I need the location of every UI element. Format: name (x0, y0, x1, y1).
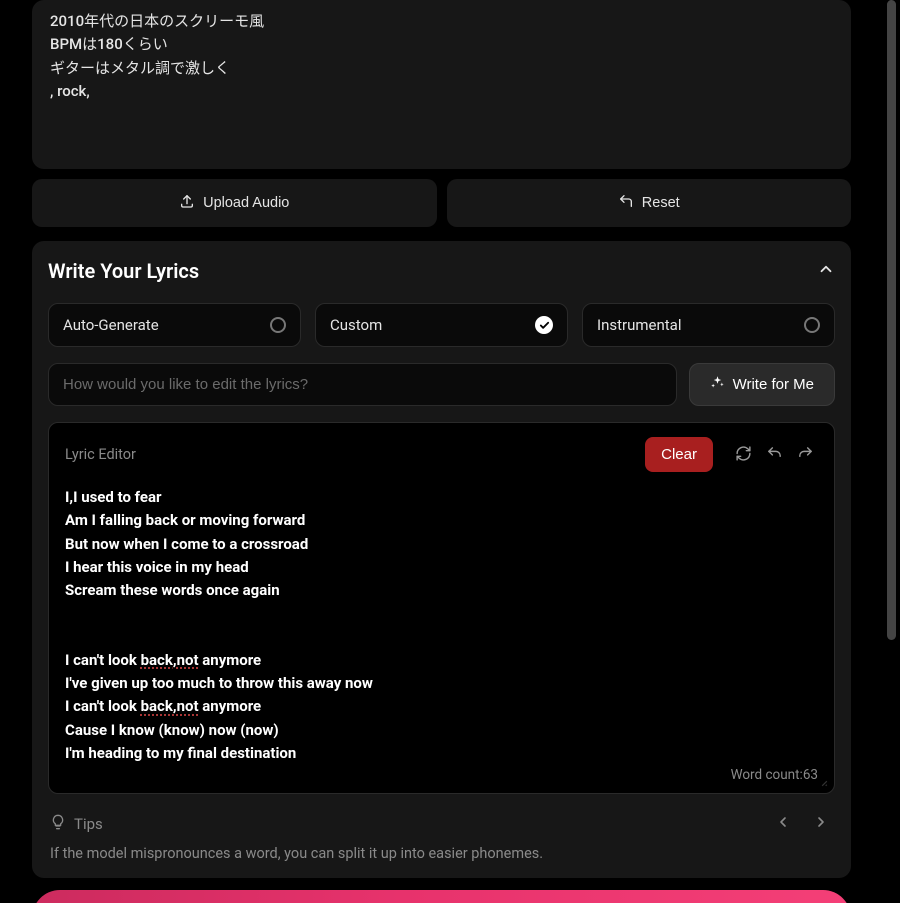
reset-button[interactable]: Reset (447, 179, 852, 227)
mode-instrumental[interactable]: Instrumental (582, 303, 835, 347)
clear-button[interactable]: Clear (645, 437, 713, 472)
word-count-label: Word count: (731, 767, 803, 783)
tips-header: Tips (74, 815, 103, 833)
mode-auto-generate[interactable]: Auto-Generate (48, 303, 301, 347)
create-button[interactable]: Create (32, 890, 851, 903)
upload-icon (179, 193, 195, 213)
chevron-up-icon (817, 260, 835, 278)
tips-next-button[interactable] (809, 810, 833, 837)
reset-label: Reset (642, 195, 680, 211)
write-your-lyrics-panel: Write Your Lyrics Auto-Generate Custom I… (32, 241, 851, 878)
redo-button[interactable] (793, 441, 818, 469)
chevron-right-icon (813, 814, 829, 830)
undo-icon (766, 445, 783, 462)
lyrics-segment: I,I used to fear Am I falling back or mo… (65, 488, 308, 669)
upload-audio-button[interactable]: Upload Audio (32, 179, 437, 227)
mode-instrumental-label: Instrumental (597, 316, 681, 334)
redo-icon (797, 445, 814, 462)
lyrics-spellcheck-word: back,not (141, 697, 199, 715)
undo-button[interactable] (762, 441, 787, 469)
radio-unchecked-icon (270, 317, 286, 333)
scrollbar-thumb[interactable] (887, 0, 896, 640)
page-scrollbar[interactable] (887, 0, 896, 903)
regenerate-button[interactable] (731, 441, 756, 469)
song-description-text[interactable]: 2010年代の日本のスクリーモ風 BPMは180くらい ギターはメタル調で激しく… (32, 0, 851, 169)
lyrics-edit-prompt-input[interactable] (48, 363, 677, 406)
tips-prev-button[interactable] (771, 810, 795, 837)
mode-custom-label: Custom (330, 316, 382, 334)
refresh-icon (735, 445, 752, 462)
radio-checked-icon (535, 316, 553, 334)
lyrics-spellcheck-word: back,not (141, 651, 199, 669)
chevron-left-icon (775, 814, 791, 830)
write-for-me-button[interactable]: Write for Me (689, 363, 835, 406)
collapse-toggle[interactable] (817, 260, 835, 282)
sparkle-icon (710, 375, 725, 394)
mode-custom[interactable]: Custom (315, 303, 568, 347)
radio-unchecked-icon (804, 317, 820, 333)
lyric-editor-label: Lyric Editor (65, 446, 645, 463)
tips-body-text: If the model mispronounces a word, you c… (48, 845, 835, 874)
lightbulb-icon (50, 814, 66, 834)
upload-audio-label: Upload Audio (203, 195, 289, 211)
mode-auto-label: Auto-Generate (63, 316, 159, 334)
lyrics-textarea[interactable]: I,I used to fear Am I falling back or mo… (65, 486, 818, 765)
reset-icon (618, 193, 634, 213)
lyric-editor-card: Lyric Editor Clear I,I used to fear Am I… (48, 422, 835, 794)
resize-handle-icon[interactable] (814, 773, 828, 787)
panel-title: Write Your Lyrics (48, 259, 199, 283)
write-for-me-label: Write for Me (733, 376, 814, 393)
